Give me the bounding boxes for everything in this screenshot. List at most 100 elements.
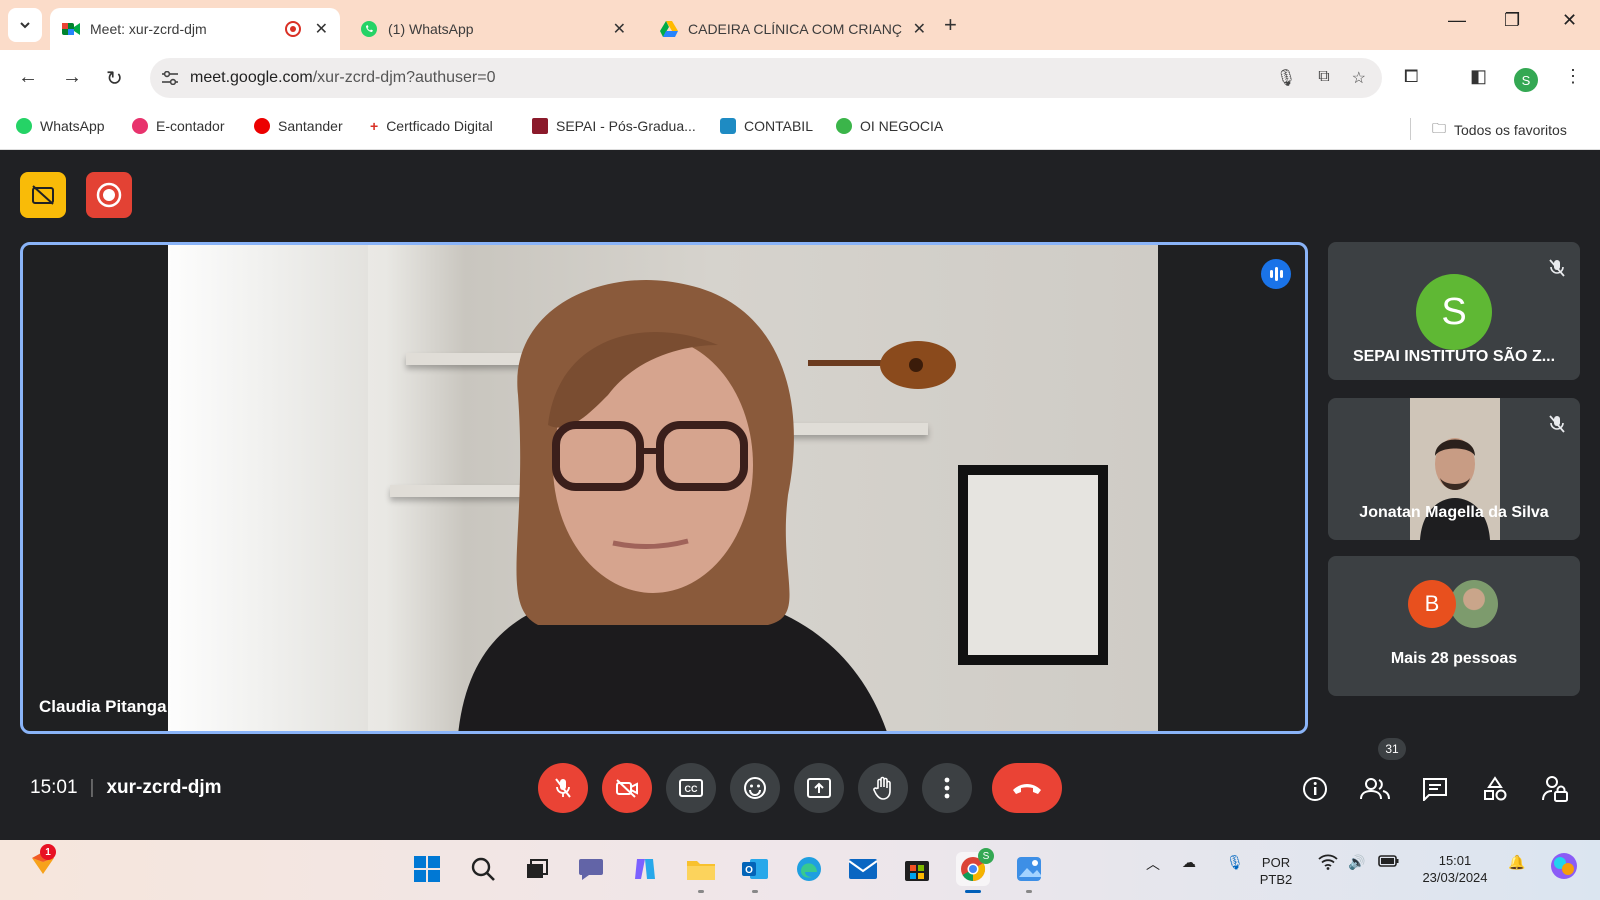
restore-button[interactable]: ❐ bbox=[1504, 10, 1520, 31]
tab-title: Meet: xur-zcrd-djm bbox=[90, 21, 207, 37]
file-explorer-button[interactable] bbox=[684, 852, 718, 893]
side-panel-icon[interactable]: ◧ bbox=[1470, 66, 1487, 87]
language-indicator[interactable]: POR PTB2 bbox=[1254, 854, 1298, 888]
extensions-icon[interactable]: ⧠ bbox=[1404, 66, 1418, 87]
more-people-label: Mais 28 pessoas bbox=[1390, 650, 1518, 667]
participant-tile-jonatan[interactable]: Jonatan Magella da Silva bbox=[1328, 398, 1580, 540]
outlook-icon: O bbox=[742, 859, 768, 879]
participant-name: Jonatan Magella da Silva bbox=[1359, 504, 1549, 521]
recording-button[interactable] bbox=[86, 172, 132, 218]
meeting-details-button[interactable] bbox=[1298, 772, 1332, 806]
bookmark-sepai[interactable]: SEPAI - Pós-Gradua... bbox=[532, 118, 696, 134]
onedrive-icon[interactable]: ☁ bbox=[1182, 854, 1196, 871]
store-button[interactable] bbox=[900, 852, 934, 886]
chat-button[interactable] bbox=[1418, 772, 1452, 806]
bookmark-certificado[interactable]: + Certficado Digital bbox=[370, 118, 493, 134]
more-vert-icon bbox=[944, 777, 950, 799]
sepai-icon bbox=[532, 118, 548, 134]
raise-hand-button[interactable] bbox=[858, 763, 908, 813]
search-icon bbox=[471, 857, 495, 881]
avatar: B bbox=[1408, 580, 1456, 628]
profile-avatar[interactable]: S bbox=[1514, 68, 1538, 92]
open-in-app-icon[interactable]: ⧉ bbox=[1318, 68, 1329, 88]
more-options-button[interactable] bbox=[922, 763, 972, 813]
show-hidden-icons-chevron-up-icon[interactable]: ︿ bbox=[1146, 854, 1160, 874]
bookmark-star-icon[interactable]: ☆ bbox=[1352, 68, 1366, 88]
activities-button[interactable] bbox=[1478, 772, 1512, 806]
microphone-in-use-icon[interactable]: 🎙 bbox=[1226, 854, 1244, 871]
all-bookmarks-folder[interactable]: 🗀 Todos os favoritos bbox=[1432, 118, 1567, 142]
chat-icon bbox=[1423, 778, 1447, 801]
speaker-figure bbox=[458, 279, 887, 731]
portrait-frame bbox=[958, 465, 1108, 665]
task-view-button[interactable] bbox=[520, 852, 554, 886]
close-tab-icon[interactable]: ✕ bbox=[315, 19, 328, 39]
site-settings-icon[interactable] bbox=[150, 71, 190, 85]
volume-icon[interactable]: 🔊 bbox=[1348, 854, 1365, 871]
chat-bubble-icon bbox=[579, 859, 603, 880]
bookmark-whatsapp[interactable]: WhatsApp bbox=[16, 118, 105, 134]
forward-button[interactable]: → bbox=[62, 66, 82, 89]
search-button[interactable] bbox=[466, 852, 500, 886]
camera-toggle-button[interactable] bbox=[602, 763, 652, 813]
people-button[interactable] bbox=[1358, 772, 1392, 806]
photos-icon bbox=[1017, 857, 1041, 881]
tab-drive[interactable]: CADEIRA CLÍNICA COM CRIANÇ ✕ bbox=[648, 8, 938, 50]
microphone-icon[interactable]: 🎙 bbox=[1276, 68, 1296, 88]
address-bar[interactable]: meet.google.com/xur-zcrd-djm?authuser=0 … bbox=[150, 58, 1382, 98]
outlook-button[interactable]: O bbox=[738, 852, 772, 893]
mail-button[interactable] bbox=[846, 852, 880, 886]
microphone-toggle-button[interactable] bbox=[538, 763, 588, 813]
notifications-bell-icon[interactable]: 🔔 bbox=[1508, 854, 1525, 871]
present-icon bbox=[807, 778, 831, 798]
people-count-badge: 31 bbox=[1378, 738, 1406, 760]
close-window-button[interactable]: ✕ bbox=[1562, 10, 1577, 31]
folder-icon: 🗀 bbox=[1432, 120, 1446, 136]
leave-call-button[interactable] bbox=[992, 763, 1062, 813]
mail-icon bbox=[848, 859, 878, 879]
bookmark-e-contador[interactable]: E-contador bbox=[132, 118, 224, 134]
camera-off-icon bbox=[616, 779, 638, 798]
bookmarks-bar: WhatsApp E-contador Santander + Certficad… bbox=[0, 106, 1600, 150]
speaker-name: Claudia Pitanga bbox=[39, 697, 167, 716]
google-drive-icon bbox=[660, 20, 678, 38]
reactions-button[interactable] bbox=[730, 763, 780, 813]
bookmark-contabil[interactable]: CONTABIL bbox=[720, 118, 813, 134]
menu-icon[interactable]: ⋮ bbox=[1564, 66, 1582, 87]
curtain bbox=[168, 245, 368, 731]
record-icon bbox=[96, 182, 122, 208]
host-controls-button[interactable] bbox=[1538, 772, 1572, 806]
no-video-indicator[interactable] bbox=[20, 172, 66, 218]
chrome-button[interactable]: S bbox=[956, 848, 994, 893]
folder-icon bbox=[687, 861, 715, 880]
close-tab-icon[interactable]: ✕ bbox=[913, 19, 926, 39]
photos-button[interactable] bbox=[1012, 852, 1046, 893]
start-button[interactable] bbox=[410, 852, 444, 886]
tab-whatsapp[interactable]: (1) WhatsApp ✕ bbox=[348, 8, 638, 50]
battery-icon[interactable] bbox=[1378, 854, 1400, 871]
back-button[interactable]: ← bbox=[18, 66, 38, 89]
participant-tile-sepai[interactable]: S SEPAI INSTITUTO SÃO Z... bbox=[1328, 242, 1580, 380]
copilot-button[interactable] bbox=[628, 852, 662, 886]
close-tab-icon[interactable]: ✕ bbox=[613, 19, 626, 39]
tab-search-button[interactable] bbox=[8, 8, 42, 42]
present-screen-button[interactable] bbox=[794, 763, 844, 813]
avatar: S bbox=[1416, 274, 1492, 350]
wifi-icon[interactable] bbox=[1318, 854, 1338, 873]
info-icon bbox=[1303, 777, 1327, 801]
main-video-tile[interactable]: Claudia Pitanga bbox=[20, 242, 1308, 734]
speaker-video bbox=[168, 245, 1158, 731]
bookmark-santander[interactable]: Santander bbox=[254, 118, 343, 134]
minimize-button[interactable]: — bbox=[1448, 10, 1466, 31]
teams-chat-button[interactable] bbox=[574, 852, 608, 886]
edge-button[interactable] bbox=[792, 852, 826, 886]
captions-button[interactable]: CC bbox=[666, 763, 716, 813]
new-tab-button[interactable]: + bbox=[944, 12, 957, 38]
reload-button[interactable]: ↻ bbox=[106, 66, 123, 91]
tab-meet[interactable]: Meet: xur-zcrd-djm ✕ bbox=[50, 8, 340, 50]
copilot-tray-icon[interactable] bbox=[1548, 850, 1580, 885]
whatsapp-icon bbox=[16, 118, 32, 134]
bookmark-oi-negocia[interactable]: OI NEGOCIA bbox=[836, 118, 943, 134]
system-clock[interactable]: 15:01 23/03/2024 bbox=[1412, 852, 1498, 886]
more-people-tile[interactable]: B Mais 28 pessoas bbox=[1328, 556, 1580, 696]
